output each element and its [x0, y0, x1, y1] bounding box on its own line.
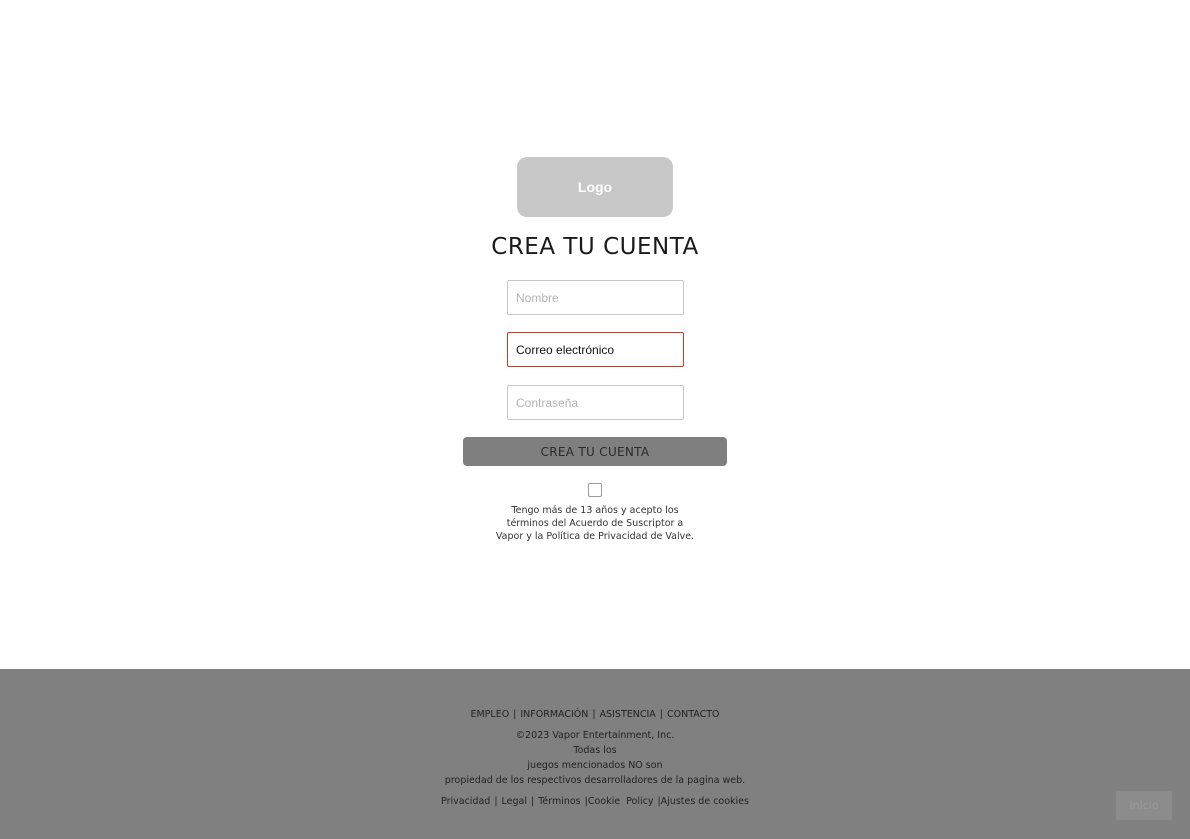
- footer-disclaimer-line: propiedad de los respectivos desarrollad…: [444, 775, 746, 786]
- terms-text: Tengo más de 13 años y acepto los términ…: [480, 504, 710, 543]
- password-input[interactable]: [507, 385, 684, 420]
- footer-separator: |: [494, 796, 498, 807]
- page-title: CREA TU CUENTA: [491, 234, 699, 260]
- footer-link-cookie-policy[interactable]: Cookie Policy: [588, 796, 654, 807]
- footer-separator: |: [530, 796, 535, 807]
- signup-page: Logo CREA TU CUENTA CREA TU CUENTA Tengo…: [0, 0, 1190, 839]
- footer-link-terminos[interactable]: Términos: [538, 796, 580, 807]
- footer-separator: |: [659, 709, 663, 720]
- terms-line: Tengo más de 13 años y acepto los: [511, 505, 679, 516]
- logo: Logo: [517, 157, 673, 217]
- create-account-button-label: CREA TU CUENTA: [540, 444, 650, 459]
- footer-disclaimer-bold: juegos mencionados NO son: [527, 760, 663, 771]
- footer-link-ajustes-cookies[interactable]: Ajustes de cookies: [661, 796, 749, 807]
- email-input[interactable]: [507, 332, 684, 367]
- name-input[interactable]: [507, 280, 684, 315]
- footer-link-informacion[interactable]: INFORMACIÓN: [520, 709, 588, 720]
- footer-link-legal[interactable]: Legal: [502, 796, 527, 807]
- terms-line: Vapor y la Política de Privacidad de Val…: [495, 531, 695, 542]
- footer-legal-links: Privacidad | Legal | Términos |Cookie Policy |…: [0, 796, 1190, 807]
- footer-link-contacto[interactable]: CONTACTO: [667, 709, 720, 720]
- footer-disclaimer-line: Todas los: [573, 745, 617, 756]
- footer-link-privacidad[interactable]: Privacidad: [441, 796, 490, 807]
- footer-separator: |: [592, 709, 596, 720]
- footer-nav: EMPLEO | INFORMACIÓN | ASISTENCIA | CONTACTO: [0, 709, 1190, 720]
- home-button[interactable]: Inicio: [1116, 791, 1172, 820]
- terms-checkbox[interactable]: [588, 483, 602, 497]
- home-button-label: Inicio: [1129, 799, 1159, 812]
- terms-line: términos del Acuerdo de Suscriptor a: [506, 518, 684, 529]
- footer-separator: |: [513, 709, 517, 720]
- create-account-button[interactable]: CREA TU CUENTA: [463, 437, 727, 466]
- footer: EMPLEO | INFORMACIÓN | ASISTENCIA | CONTACTO ©…: [0, 669, 1190, 839]
- footer-copyright: ©2023 Vapor Entertainment, Inc.: [515, 730, 675, 741]
- footer-link-asistencia[interactable]: ASISTENCIA: [600, 709, 656, 720]
- logo-label: Logo: [577, 179, 613, 195]
- footer-link-empleo[interactable]: EMPLEO: [470, 709, 509, 720]
